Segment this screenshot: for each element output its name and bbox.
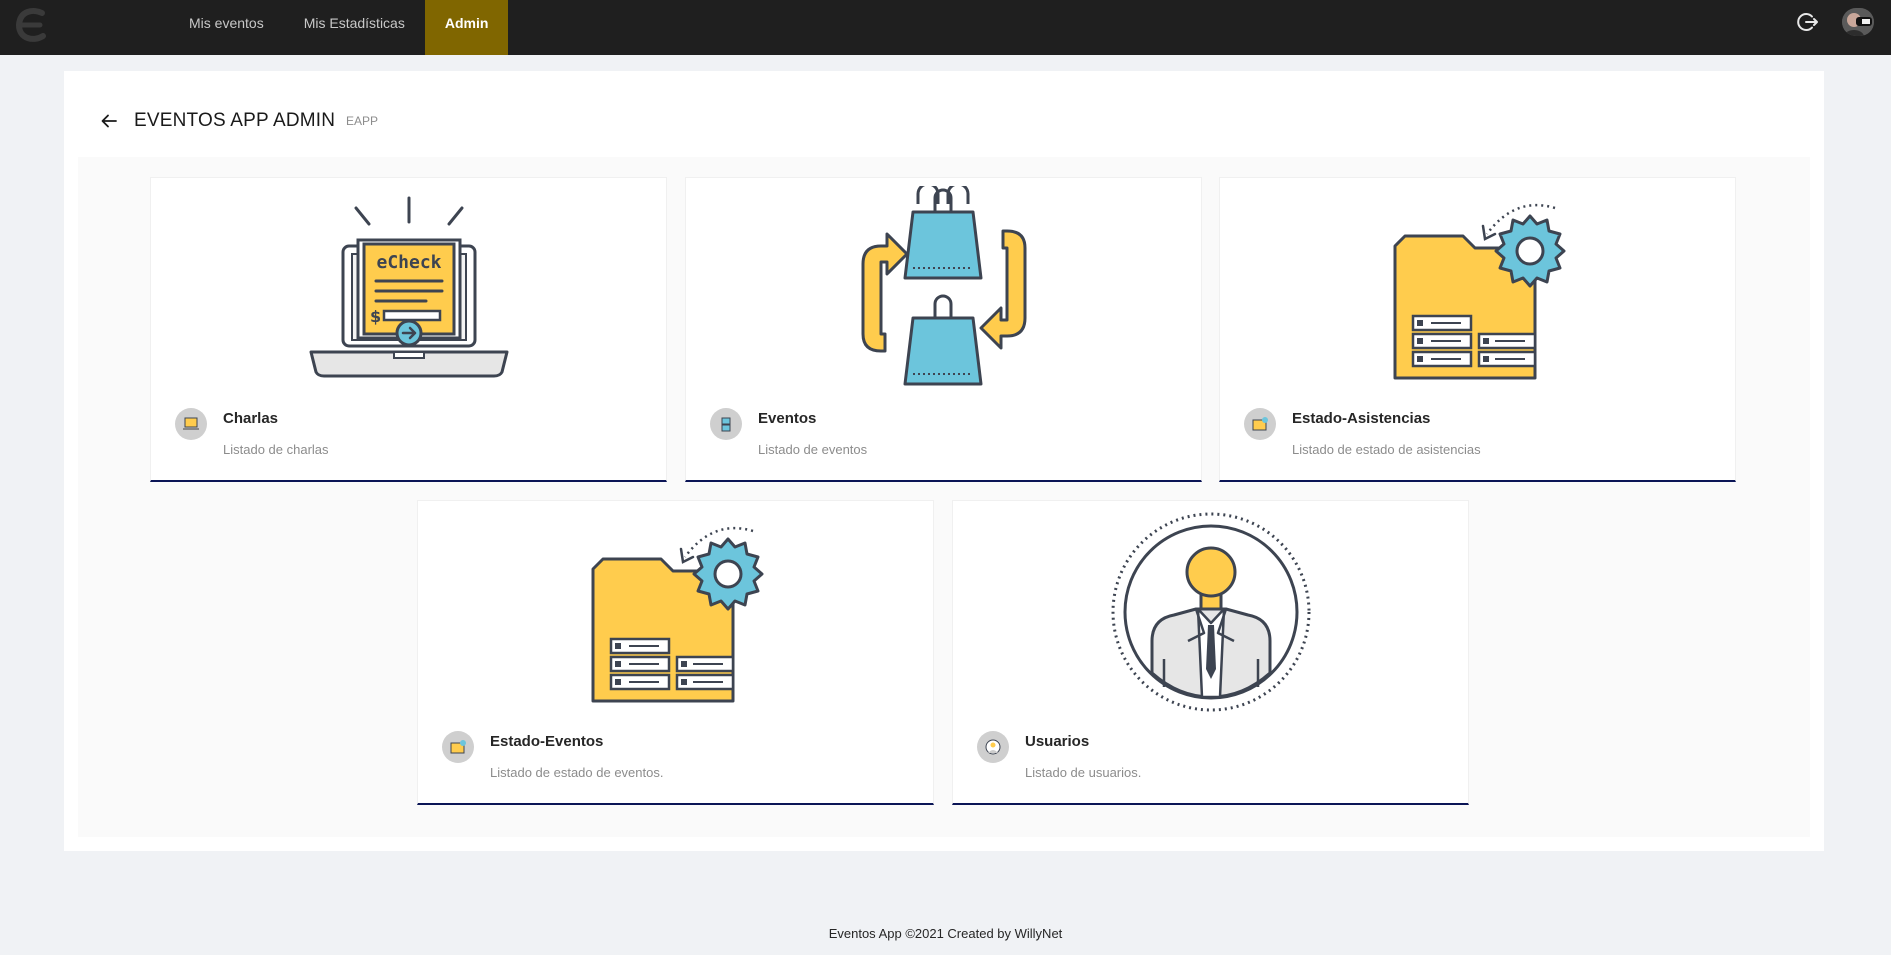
card-usuarios[interactable]: Usuarios Listado de usuarios. [952,500,1469,805]
card-estado-eventos[interactable]: Estado-Eventos Listado de estado de even… [417,500,934,805]
charlas-mini-icon [175,408,207,440]
page-subtitle: EAPP [346,114,379,128]
top-navbar: Mis eventos Mis Estadísticas Admin [0,0,1891,55]
svg-text:$: $ [370,307,381,326]
card-description: Listado de estado de eventos. [490,765,664,780]
arrow-left-icon[interactable] [100,112,118,130]
user-avatar[interactable] [1842,8,1874,36]
card-title: Usuarios [1025,733,1090,750]
page-title: EVENTOS APP ADMIN [134,110,336,131]
card-title: Estado-Eventos [490,733,604,750]
nav-item-mis-estadisticas[interactable]: Mis Estadísticas [284,0,425,55]
card-title: Eventos [758,410,817,427]
card-description: Listado de charlas [223,442,329,457]
estado-asistencias-mini-icon [1244,408,1276,440]
card-estado-asistencias[interactable]: Estado-Asistencias Listado de estado de … [1219,177,1736,482]
shopping-bags-cycle-icon [861,186,1027,386]
estado-eventos-mini-icon [442,731,474,763]
card-description: Listado de estado de asistencias [1292,442,1481,457]
nav-item-admin[interactable]: Admin [424,0,509,55]
card-title: Charlas [223,410,279,427]
card-charlas[interactable]: eCheck $ Charlas Listado de charlas [150,177,667,482]
main-nav: Mis eventos Mis Estadísticas Admin [169,0,509,55]
echeck-laptop-icon: eCheck $ [309,196,509,378]
folder-gear-icon [1393,203,1566,380]
logout-icon[interactable] [1797,11,1819,33]
user-circle-icon [1111,512,1311,712]
card-description: Listado de usuarios. [1025,765,1142,780]
card-eventos[interactable]: Eventos Listado de eventos [685,177,1202,482]
card-title: Estado-Asistencias [1292,410,1431,427]
cards-area: eCheck $ Charlas Listado de charlas Even… [78,157,1810,837]
folder-gear-icon [591,526,764,703]
usuarios-mini-icon [977,731,1009,763]
footer-text: Eventos App ©2021 Created by WillyNet [828,926,1063,941]
eventos-mini-icon [710,408,742,440]
svg-text:eCheck: eCheck [376,252,441,273]
logo-e-icon[interactable] [14,7,48,43]
card-description: Listado de eventos [758,442,868,457]
nav-item-mis-eventos[interactable]: Mis eventos [169,0,284,55]
